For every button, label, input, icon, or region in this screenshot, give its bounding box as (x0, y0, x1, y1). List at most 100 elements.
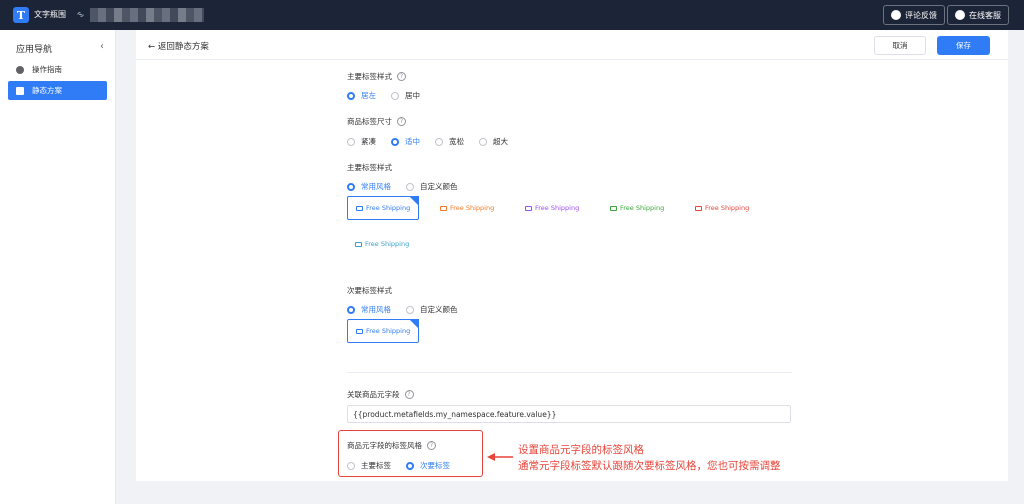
truck-icon (610, 205, 617, 211)
radio-dot (406, 305, 414, 314)
radio-align-left[interactable]: 居左 (347, 90, 376, 101)
label-text: 主要标签样式 (347, 163, 392, 172)
label-text: 次要标签样式 (347, 286, 392, 295)
radio-dot (347, 137, 355, 146)
support-label: 在线客服 (969, 10, 1001, 20)
truck-icon (355, 241, 362, 247)
tag-text: Free Shipping (535, 204, 580, 212)
radio-align-center[interactable]: 居中 (391, 90, 420, 101)
guide-icon (16, 65, 24, 74)
section-divider (346, 372, 792, 373)
tag-option-red[interactable]: Free Shipping (687, 196, 749, 220)
tag-text: Free Shipping (705, 204, 750, 212)
radio-size-compact[interactable]: 紧凑 (347, 136, 376, 147)
label-text: 商品元字段的标签风格 (347, 441, 422, 450)
app-logo-icon: T (13, 7, 29, 23)
help-icon[interactable]: ? (427, 441, 436, 450)
tag-option-orange[interactable]: Free Shipping (432, 196, 494, 220)
secondary-tag-option[interactable]: Free Shipping (347, 319, 419, 343)
tag-text: Free Shipping (620, 204, 665, 212)
primary-tag-style-label: 主要标签样式 (347, 162, 392, 173)
truck-icon (440, 205, 447, 211)
app-name: 文字瓶围 (34, 10, 66, 19)
truck-icon (356, 328, 363, 334)
radio-custom-color[interactable]: 自定义颜色 (406, 181, 458, 192)
radio-common-style[interactable]: 常用风格 (347, 181, 391, 192)
radio-dot (391, 137, 399, 146)
tag-text: Free Shipping (450, 204, 495, 212)
metafield-tag-style-label: 商品元字段的标签风格 ? (347, 440, 436, 451)
page-header: ← 返回静态方案 取消 保存 (136, 30, 1008, 60)
label-text: 商品标签尺寸 (347, 117, 392, 126)
radio-dot (406, 461, 414, 470)
back-link[interactable]: ← 返回静态方案 (148, 40, 209, 52)
link-icon[interactable] (76, 10, 85, 19)
radio-size-loose[interactable]: 宽松 (435, 136, 464, 147)
radio-dot (347, 305, 355, 314)
sidebar: 应用导航 ‹ 操作指南 静态方案 (0, 30, 116, 504)
tag-text: Free Shipping (366, 327, 411, 335)
truck-icon (356, 205, 363, 211)
label-text: 主要标签样式 (347, 72, 392, 81)
radio-dot (347, 461, 355, 470)
sidebar-item-guide[interactable]: 操作指南 (8, 60, 107, 79)
help-icon[interactable]: ? (404, 390, 414, 399)
document-icon (16, 86, 24, 95)
radio-size-xl[interactable]: 超大 (479, 136, 508, 147)
help-icon[interactable]: ? (397, 117, 406, 126)
radio-dot (347, 182, 355, 191)
radio-label: 自定义颜色 (420, 182, 458, 191)
radio-primary-tag[interactable]: 主要标签 (347, 460, 391, 471)
radio-label: 居中 (405, 91, 420, 100)
radio-dot (347, 91, 355, 100)
radio-label: 超大 (493, 137, 508, 146)
feedback-label: 评论反馈 (905, 10, 937, 20)
tag-option-teal[interactable]: Free Shipping (347, 232, 409, 256)
annotation-line-1: 设置商品元字段的标签风格 (518, 444, 644, 456)
radio-dot (406, 182, 414, 191)
radio-label: 常用风格 (361, 305, 391, 314)
feedback-button[interactable]: 评论反馈 (883, 5, 945, 25)
label-text: 关联商品元字段 (347, 390, 400, 399)
redacted-store-url (90, 8, 204, 22)
sidebar-item-label: 静态方案 (32, 86, 62, 95)
headset-icon (955, 10, 965, 20)
selected-corner-icon (409, 319, 419, 329)
metafield-input[interactable]: {{product.metafields.my_namespace.featur… (347, 405, 791, 423)
save-button[interactable]: 保存 (937, 36, 990, 55)
radio-label: 常用风格 (361, 182, 391, 191)
sidebar-item-label: 操作指南 (32, 65, 62, 74)
annotation-arrow-icon (487, 453, 513, 461)
selected-corner-icon (409, 196, 419, 206)
cancel-button[interactable]: 取消 (874, 36, 926, 55)
help-icon[interactable]: ? (397, 72, 406, 81)
tag-size-label: 商品标签尺寸 ? (347, 116, 406, 127)
metafield-label: 关联商品元字段 ? (347, 389, 414, 400)
primary-tag-position-label: 主要标签样式 ? (347, 71, 406, 82)
tag-option-green[interactable]: Free Shipping (602, 196, 664, 220)
radio-secondary-custom-color[interactable]: 自定义颜色 (406, 304, 458, 315)
radio-label: 自定义颜色 (420, 305, 458, 314)
radio-secondary-tag[interactable]: 次要标签 (406, 460, 450, 471)
radio-label: 主要标签 (361, 461, 391, 470)
radio-label: 次要标签 (420, 461, 450, 470)
main-panel: ← 返回静态方案 取消 保存 主要标签样式 ? 居左 居中 商品标签尺寸 ? 紧… (136, 30, 1008, 481)
sidebar-item-static-plan[interactable]: 静态方案 (8, 81, 107, 100)
tag-option-blue[interactable]: Free Shipping (347, 196, 419, 220)
support-button[interactable]: 在线客服 (947, 5, 1009, 25)
tag-text: Free Shipping (365, 240, 410, 248)
annotation-line-2: 通常元字段标签默认跟随次要标签风格，您也可按需调整 (518, 460, 781, 472)
radio-dot (391, 91, 399, 100)
radio-size-medium[interactable]: 适中 (391, 136, 420, 147)
radio-secondary-common-style[interactable]: 常用风格 (347, 304, 391, 315)
truck-icon (525, 205, 532, 211)
top-bar: T 文字瓶围 评论反馈 在线客服 (0, 0, 1024, 30)
tag-option-purple[interactable]: Free Shipping (517, 196, 579, 220)
collapse-sidebar-icon[interactable]: ‹ (100, 41, 104, 52)
chat-icon (891, 10, 901, 20)
radio-label: 居左 (361, 91, 376, 100)
radio-label: 适中 (405, 137, 420, 146)
truck-icon (695, 205, 702, 211)
radio-dot (435, 137, 443, 146)
sidebar-title: 应用导航 (16, 45, 53, 55)
